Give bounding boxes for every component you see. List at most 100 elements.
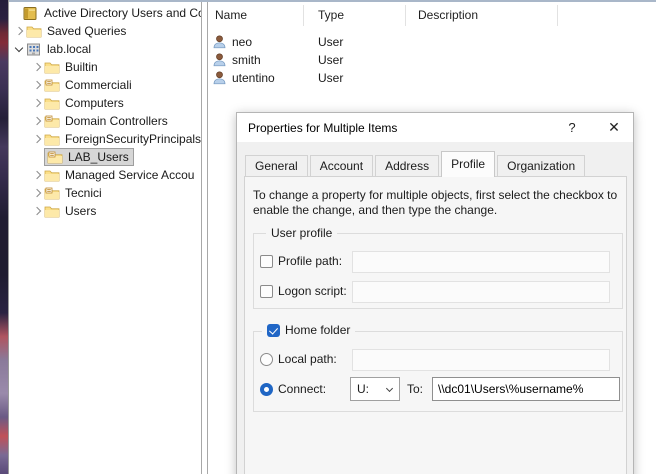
user-name: utentino xyxy=(232,71,275,85)
drive-letter-value: U: xyxy=(357,382,369,396)
column-separator[interactable] xyxy=(405,5,406,26)
ou-folder-icon xyxy=(44,78,60,92)
tree-item-lab-users[interactable]: LAB_Users xyxy=(9,148,201,166)
to-label-wrap: To: xyxy=(407,382,423,396)
drive-letter-dropdown[interactable]: U: xyxy=(350,377,400,401)
tab-address[interactable]: Address xyxy=(375,155,439,177)
chevron-right-icon[interactable] xyxy=(30,186,44,200)
list-row-utentino[interactable]: utentino User xyxy=(208,69,656,87)
console-tree-panel: Active Directory Users and Com Saved Que… xyxy=(9,2,201,474)
profile-tab-page: To change a property for multiple object… xyxy=(244,176,627,474)
connect-row: Connect: xyxy=(260,382,326,396)
panel-splitter[interactable] xyxy=(201,2,208,474)
user-type: User xyxy=(303,53,405,67)
tab-profile[interactable]: Profile xyxy=(441,151,495,177)
connect-radio[interactable] xyxy=(260,383,273,396)
column-header-name[interactable]: Name xyxy=(208,8,303,22)
user-profile-groupbox: User profile Profile path: Logon script: xyxy=(253,233,623,309)
to-label: To: xyxy=(407,382,423,396)
local-path-label: Local path: xyxy=(278,352,337,366)
list-row-neo[interactable]: neo User xyxy=(208,33,656,51)
tree-item-label: Commerciali xyxy=(65,78,132,92)
domain-icon xyxy=(26,42,42,56)
home-folder-legend: Home folder xyxy=(262,323,355,337)
profile-path-label: Profile path: xyxy=(278,254,342,268)
user-icon xyxy=(212,70,228,86)
tab-general[interactable]: General xyxy=(245,155,308,177)
tree-item-label: Domain Controllers xyxy=(65,114,168,128)
column-separator[interactable] xyxy=(303,5,304,26)
local-path-input[interactable] xyxy=(352,349,610,371)
ou-folder-icon xyxy=(44,186,60,200)
tab-account[interactable]: Account xyxy=(310,155,373,177)
column-separator[interactable] xyxy=(557,5,558,26)
logon-script-row: Logon script: xyxy=(260,284,347,298)
user-name: neo xyxy=(232,35,252,49)
profile-path-row: Profile path: xyxy=(260,254,342,268)
tree-item-foreignsecurityprincipals[interactable]: ForeignSecurityPrincipals xyxy=(9,130,201,148)
logon-script-input[interactable] xyxy=(352,281,610,303)
profile-path-checkbox[interactable] xyxy=(260,255,273,268)
folder-icon xyxy=(26,24,42,38)
home-folder-path-input[interactable]: \\dc01\Users\%username% xyxy=(432,377,620,401)
tree-item-lab-local[interactable]: lab.local xyxy=(9,40,201,58)
user-icon xyxy=(212,52,228,68)
column-header-description[interactable]: Description xyxy=(405,8,557,22)
logon-script-label: Logon script: xyxy=(278,284,347,298)
folder-icon xyxy=(44,168,60,182)
chevron-right-icon[interactable] xyxy=(30,96,44,110)
tree-item-users[interactable]: Users xyxy=(9,202,201,220)
user-icon xyxy=(212,34,228,50)
chevron-right-icon[interactable] xyxy=(30,168,44,182)
user-name: smith xyxy=(232,53,261,67)
list-row-smith[interactable]: smith User xyxy=(208,51,656,69)
tree-item-label: lab.local xyxy=(47,42,91,56)
tree-item-tecnici[interactable]: Tecnici xyxy=(9,184,201,202)
folder-icon xyxy=(44,132,60,146)
help-button[interactable]: ? xyxy=(557,113,587,142)
logon-script-checkbox[interactable] xyxy=(260,285,273,298)
local-path-row: Local path: xyxy=(260,352,337,366)
profile-path-input[interactable] xyxy=(352,251,610,273)
dialog-titlebar: Properties for Multiple Items ? ✕ xyxy=(237,113,633,142)
ou-folder-icon xyxy=(44,114,60,128)
tree-item-saved-queries[interactable]: Saved Queries xyxy=(9,22,201,40)
desktop-wallpaper-sliver xyxy=(0,0,8,474)
list-header-row: Name Type Description xyxy=(208,2,656,28)
chevron-right-icon[interactable] xyxy=(12,24,26,38)
user-type: User xyxy=(303,71,405,85)
instruction-text: To change a property for multiple object… xyxy=(253,188,625,218)
tree-item-managed-service-accounts[interactable]: Managed Service Accou xyxy=(9,166,201,184)
folder-icon xyxy=(44,204,60,218)
home-folder-groupbox: Home folder Local path: Connect: U: To: xyxy=(253,331,623,412)
chevron-right-icon[interactable] xyxy=(30,60,44,74)
selected-tree-item: LAB_Users xyxy=(44,148,134,166)
column-header-type[interactable]: Type xyxy=(303,8,405,22)
chevron-right-icon[interactable] xyxy=(30,78,44,92)
close-button[interactable]: ✕ xyxy=(599,113,629,142)
chevron-right-icon[interactable] xyxy=(30,114,44,128)
folder-icon xyxy=(44,96,60,110)
tree-item-label: Tecnici xyxy=(65,186,102,200)
chevron-down-icon[interactable] xyxy=(12,42,26,56)
chevron-spacer xyxy=(30,150,44,164)
home-folder-label: Home folder xyxy=(285,323,350,337)
connect-label: Connect: xyxy=(278,382,326,396)
tree-item-aduc-root[interactable]: Active Directory Users and Com xyxy=(9,4,201,22)
tree-item-label: Computers xyxy=(65,96,124,110)
home-folder-checkbox[interactable] xyxy=(267,324,280,337)
tree-item-commerciali[interactable]: Commerciali xyxy=(9,76,201,94)
chevron-right-icon[interactable] xyxy=(30,132,44,146)
chevron-down-icon xyxy=(386,385,393,392)
tab-organization[interactable]: Organization xyxy=(497,155,585,177)
tree-item-builtin[interactable]: Builtin xyxy=(9,58,201,76)
user-profile-legend: User profile xyxy=(266,226,337,240)
tree-item-computers[interactable]: Computers xyxy=(9,94,201,112)
properties-dialog: Properties for Multiple Items ? ✕ Genera… xyxy=(236,112,634,474)
tree-item-label: LAB_Users xyxy=(68,150,129,164)
tree-item-domain-controllers[interactable]: Domain Controllers xyxy=(9,112,201,130)
chevron-right-icon[interactable] xyxy=(30,204,44,218)
tree-item-label: Active Directory Users and Com xyxy=(44,6,201,20)
ou-folder-icon xyxy=(47,150,63,164)
local-path-radio[interactable] xyxy=(260,353,273,366)
